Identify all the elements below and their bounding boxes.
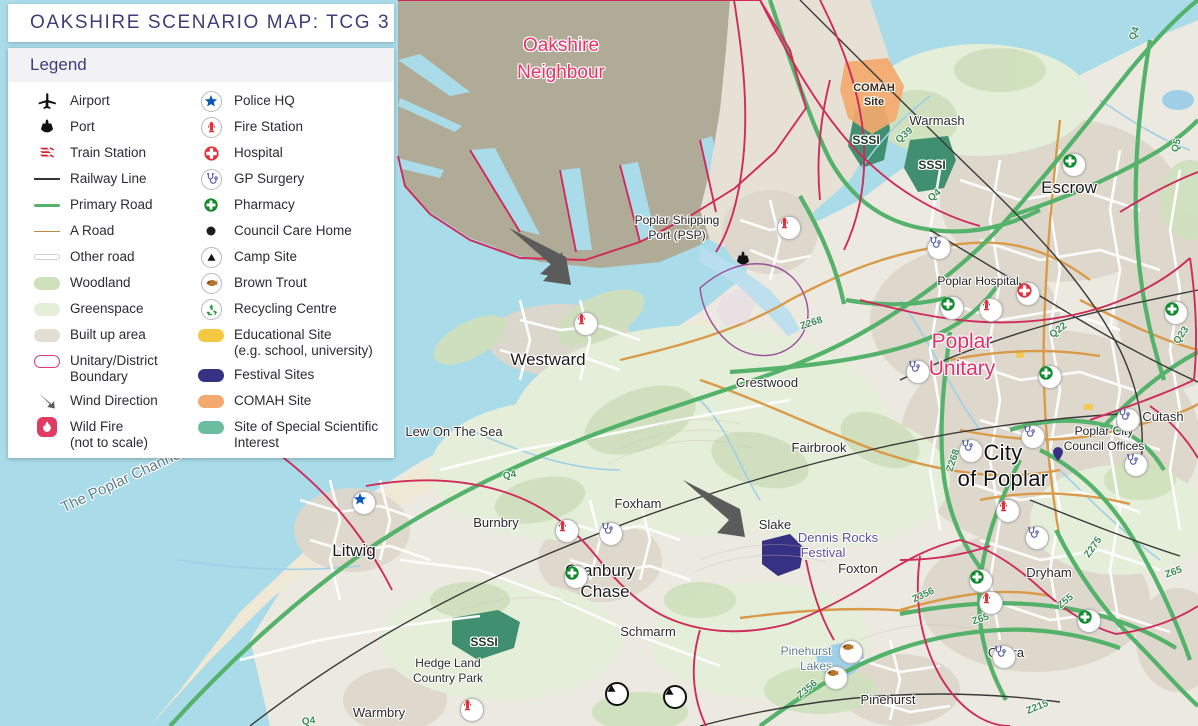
legend-item-festival-sites[interactable]: Festival Sites xyxy=(194,366,394,384)
wild-fire-icon xyxy=(37,417,57,437)
hospital-icon xyxy=(203,145,220,162)
legend-item-label: Hospital xyxy=(234,145,283,160)
legend-item-label: Primary Road xyxy=(70,197,153,212)
legend-item-greenspace[interactable]: Greenspace xyxy=(30,300,194,318)
legend-item-built-up-area[interactable]: Built up area xyxy=(30,326,194,344)
legend-item-label: Woodland xyxy=(70,275,131,290)
legend-item-site-of-special-scientific[interactable]: Site of Special Scientific Interest xyxy=(194,418,394,450)
legend-item-camp-site[interactable]: Camp Site xyxy=(194,246,394,268)
legend-item-label: Wind Direction xyxy=(70,393,158,408)
legend-item-label: Fire Station xyxy=(234,119,304,134)
legend-item-label: Pharmacy xyxy=(234,197,295,212)
legend-item-railway-line[interactable]: Railway Line xyxy=(30,170,194,188)
legend-item-primary-road[interactable]: Primary Road xyxy=(30,196,194,214)
legend-item-train-station[interactable]: Train Station xyxy=(30,144,194,162)
legend-item-label: Port xyxy=(70,119,95,134)
legend-item-label: Site of Special Scientific Interest xyxy=(234,419,379,450)
fire-station-icon xyxy=(200,116,222,138)
legend-item-label: COMAH Site xyxy=(234,393,312,408)
legend-item-label: Railway Line xyxy=(70,171,147,186)
legend-item-label: A Road xyxy=(70,223,115,238)
legend-item-label: Airport xyxy=(70,93,110,108)
legend-item-label: Other road xyxy=(70,249,135,264)
brown-trout-icon xyxy=(200,272,222,294)
legend-column-left: Airport Port Train Station Railway Line … xyxy=(8,92,194,458)
pharmacy-icon xyxy=(203,197,219,213)
legend-item-other-road[interactable]: Other road xyxy=(30,248,194,266)
police-hq-icon xyxy=(200,90,222,112)
legend-item-port[interactable]: Port xyxy=(30,118,194,136)
recycling-centre-icon xyxy=(200,298,222,320)
legend-header: Legend xyxy=(8,48,394,82)
legend-item-label: Police HQ xyxy=(234,93,295,108)
sssi-swatch xyxy=(198,420,224,434)
boundary-swatch xyxy=(34,354,60,368)
comah-site-swatch xyxy=(198,394,224,408)
legend-item-label: Council Care Home xyxy=(234,223,352,238)
legend-item-label: Recycling Centre xyxy=(234,301,337,316)
built-up-area-swatch xyxy=(34,328,60,342)
a-road-icon xyxy=(34,230,60,232)
legend-item-label: Festival Sites xyxy=(234,367,315,382)
camp-site-icon xyxy=(200,246,222,268)
legend-item-wind-direction[interactable]: Wind Direction xyxy=(30,392,194,410)
railway-line-icon xyxy=(34,178,60,180)
council-care-home-icon xyxy=(205,225,217,237)
primary-road-icon xyxy=(34,203,60,207)
legend-item-unitary-district[interactable]: Unitary/District Boundary xyxy=(30,352,194,384)
legend-item-label: Camp Site xyxy=(234,249,298,264)
legend-item-label: Train Station xyxy=(70,145,147,160)
legend-item-label: Greenspace xyxy=(70,301,144,316)
legend-item-woodland[interactable]: Woodland xyxy=(30,274,194,292)
legend-item-label: Unitary/District Boundary xyxy=(70,353,158,384)
educational-site-swatch xyxy=(198,328,224,342)
airport-icon xyxy=(37,91,57,111)
legend-item-gp-surgery[interactable]: GP Surgery xyxy=(194,168,394,190)
legend-item-police-hq[interactable]: Police HQ xyxy=(194,90,394,112)
legend-item-wild-fire[interactable]: Wild Fire (not to scale) xyxy=(30,417,194,450)
legend-item-pharmacy[interactable]: Pharmacy xyxy=(194,196,394,214)
title-panel: OAKSHIRE SCENARIO MAP: TCG 3 xyxy=(8,4,394,42)
festival-sites-swatch xyxy=(198,368,224,382)
legend-item-educational-site[interactable]: Educational Site (e.g. school, university… xyxy=(194,326,394,358)
woodland-swatch xyxy=(34,276,60,290)
port-icon xyxy=(38,118,56,136)
legend-item-label: Built up area xyxy=(70,327,146,342)
legend-item-label: Educational Site (e.g. school, university… xyxy=(234,327,373,358)
wind-direction-icon xyxy=(36,390,58,412)
legend-heading: Legend xyxy=(30,55,87,74)
train-station-icon xyxy=(36,144,58,162)
legend-item-brown-trout[interactable]: Brown Trout xyxy=(194,272,394,294)
greenspace-swatch xyxy=(34,302,60,316)
legend-item-a-road[interactable]: A Road xyxy=(30,222,194,240)
legend-item-label: Wild Fire (not to scale) xyxy=(70,419,149,450)
gp-surgery-icon xyxy=(200,168,222,190)
legend-item-airport[interactable]: Airport xyxy=(30,92,194,110)
legend-item-comah-site[interactable]: COMAH Site xyxy=(194,392,394,410)
page-title: OAKSHIRE SCENARIO MAP: TCG 3 xyxy=(30,12,391,33)
legend-panel: Legend Airport Port Train Station Railwa… xyxy=(8,48,394,458)
legend-item-label: GP Surgery xyxy=(234,171,305,186)
legend-item-label: Brown Trout xyxy=(234,275,307,290)
other-road-icon xyxy=(34,254,60,260)
legend-item-council-care-home[interactable]: Council Care Home xyxy=(194,222,394,240)
legend-column-right: Police HQ Fire Station Hospital GP Surge… xyxy=(194,90,394,458)
legend-item-fire-station[interactable]: Fire Station xyxy=(194,116,394,138)
legend-item-hospital[interactable]: Hospital xyxy=(194,144,394,162)
legend-item-recycling-centre[interactable]: Recycling Centre xyxy=(194,298,394,320)
